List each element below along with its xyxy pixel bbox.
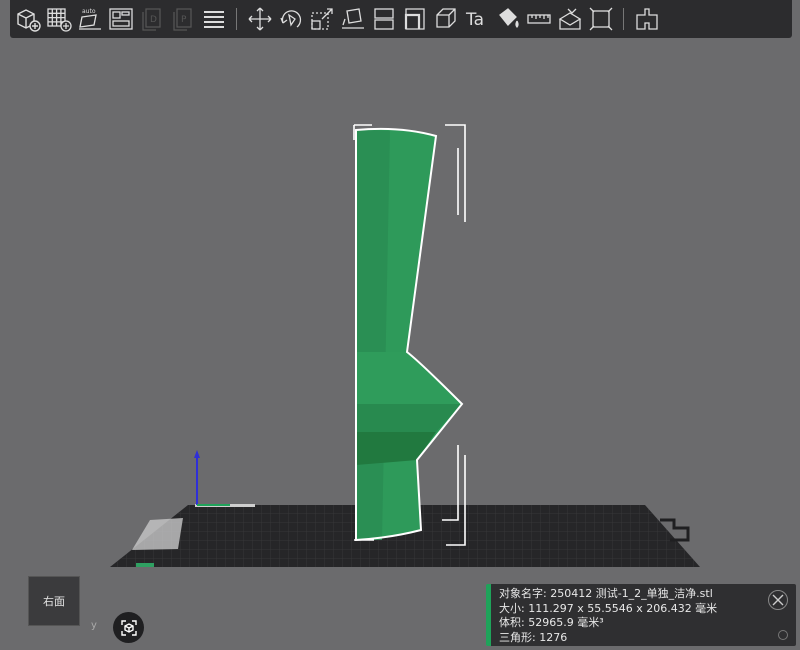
view-right-button[interactable]: 右面 [28,576,80,626]
split-icon[interactable] [368,3,399,35]
cut-corner-icon[interactable] [430,3,461,35]
info-triangles-value: 1276 [539,630,568,644]
toolbar-separator [236,8,237,30]
svg-text:P: P [181,15,187,25]
info-name-row: 对象名字: 250412 测试-1_2_单独_洁净.stl [499,587,796,602]
scale-icon[interactable] [306,3,337,35]
info-name-value: 250412 测试-1_2_单独_洁净.stl [550,587,713,600]
support-paint-icon[interactable] [554,3,585,35]
arrange-icon[interactable] [105,3,136,35]
axis-gizmo [194,450,230,506]
auto-label: auto [82,8,96,15]
lay-on-face-icon[interactable] [337,3,368,35]
text-tool-label: Ta [465,10,484,30]
text-icon[interactable]: Ta [461,3,492,35]
paste-disabled-icon[interactable]: P [167,3,198,35]
scene-canvas[interactable] [0,38,800,650]
cut-icon[interactable] [399,3,430,35]
3d-viewport[interactable] [0,38,800,650]
info-size-row: 大小: 111.297 x 55.5546 x 206.432 毫米 [499,602,796,617]
close-icon [772,594,784,606]
add-plate-icon[interactable] [43,3,74,35]
move-icon[interactable] [244,3,275,35]
info-triangles-row: 三角形: 1276 [499,631,796,646]
assemble-icon[interactable] [631,3,662,35]
auto-orient-icon[interactable]: auto [74,3,105,35]
paint-icon[interactable] [492,3,523,35]
measure-icon[interactable] [523,3,554,35]
info-volume-row: 体积: 52965.9 毫米³ [499,616,796,631]
view-right-label: 右面 [43,595,65,608]
info-volume-label: 体积: [499,616,525,629]
axis-label-y: y [91,620,97,631]
object-info-panel: 对象名字: 250412 测试-1_2_单独_洁净.stl 大小: 111.29… [486,584,796,646]
camera-reset-button[interactable] [113,612,144,643]
info-size-value: 111.297 x 55.5546 x 206.432 毫米 [528,601,718,615]
rotate-icon[interactable] [275,3,306,35]
copy-disabled-icon[interactable]: D [136,3,167,35]
3d-model[interactable] [355,127,464,542]
fit-icon[interactable] [585,3,616,35]
svg-text:D: D [150,15,157,25]
camera-icon [120,619,137,636]
info-triangles-label: 三角形: [499,630,536,644]
info-volume-value: 52965.9 毫米³ [528,616,604,629]
toolbar-separator [623,8,624,30]
info-collapse-button[interactable] [778,630,788,640]
info-close-button[interactable] [768,590,788,610]
layers-menu-icon[interactable] [198,3,229,35]
info-size-label: 大小: [499,601,525,615]
add-cube-icon[interactable] [12,3,43,35]
main-toolbar: auto D P Ta [10,0,792,38]
info-name-label: 对象名字: [499,587,547,600]
